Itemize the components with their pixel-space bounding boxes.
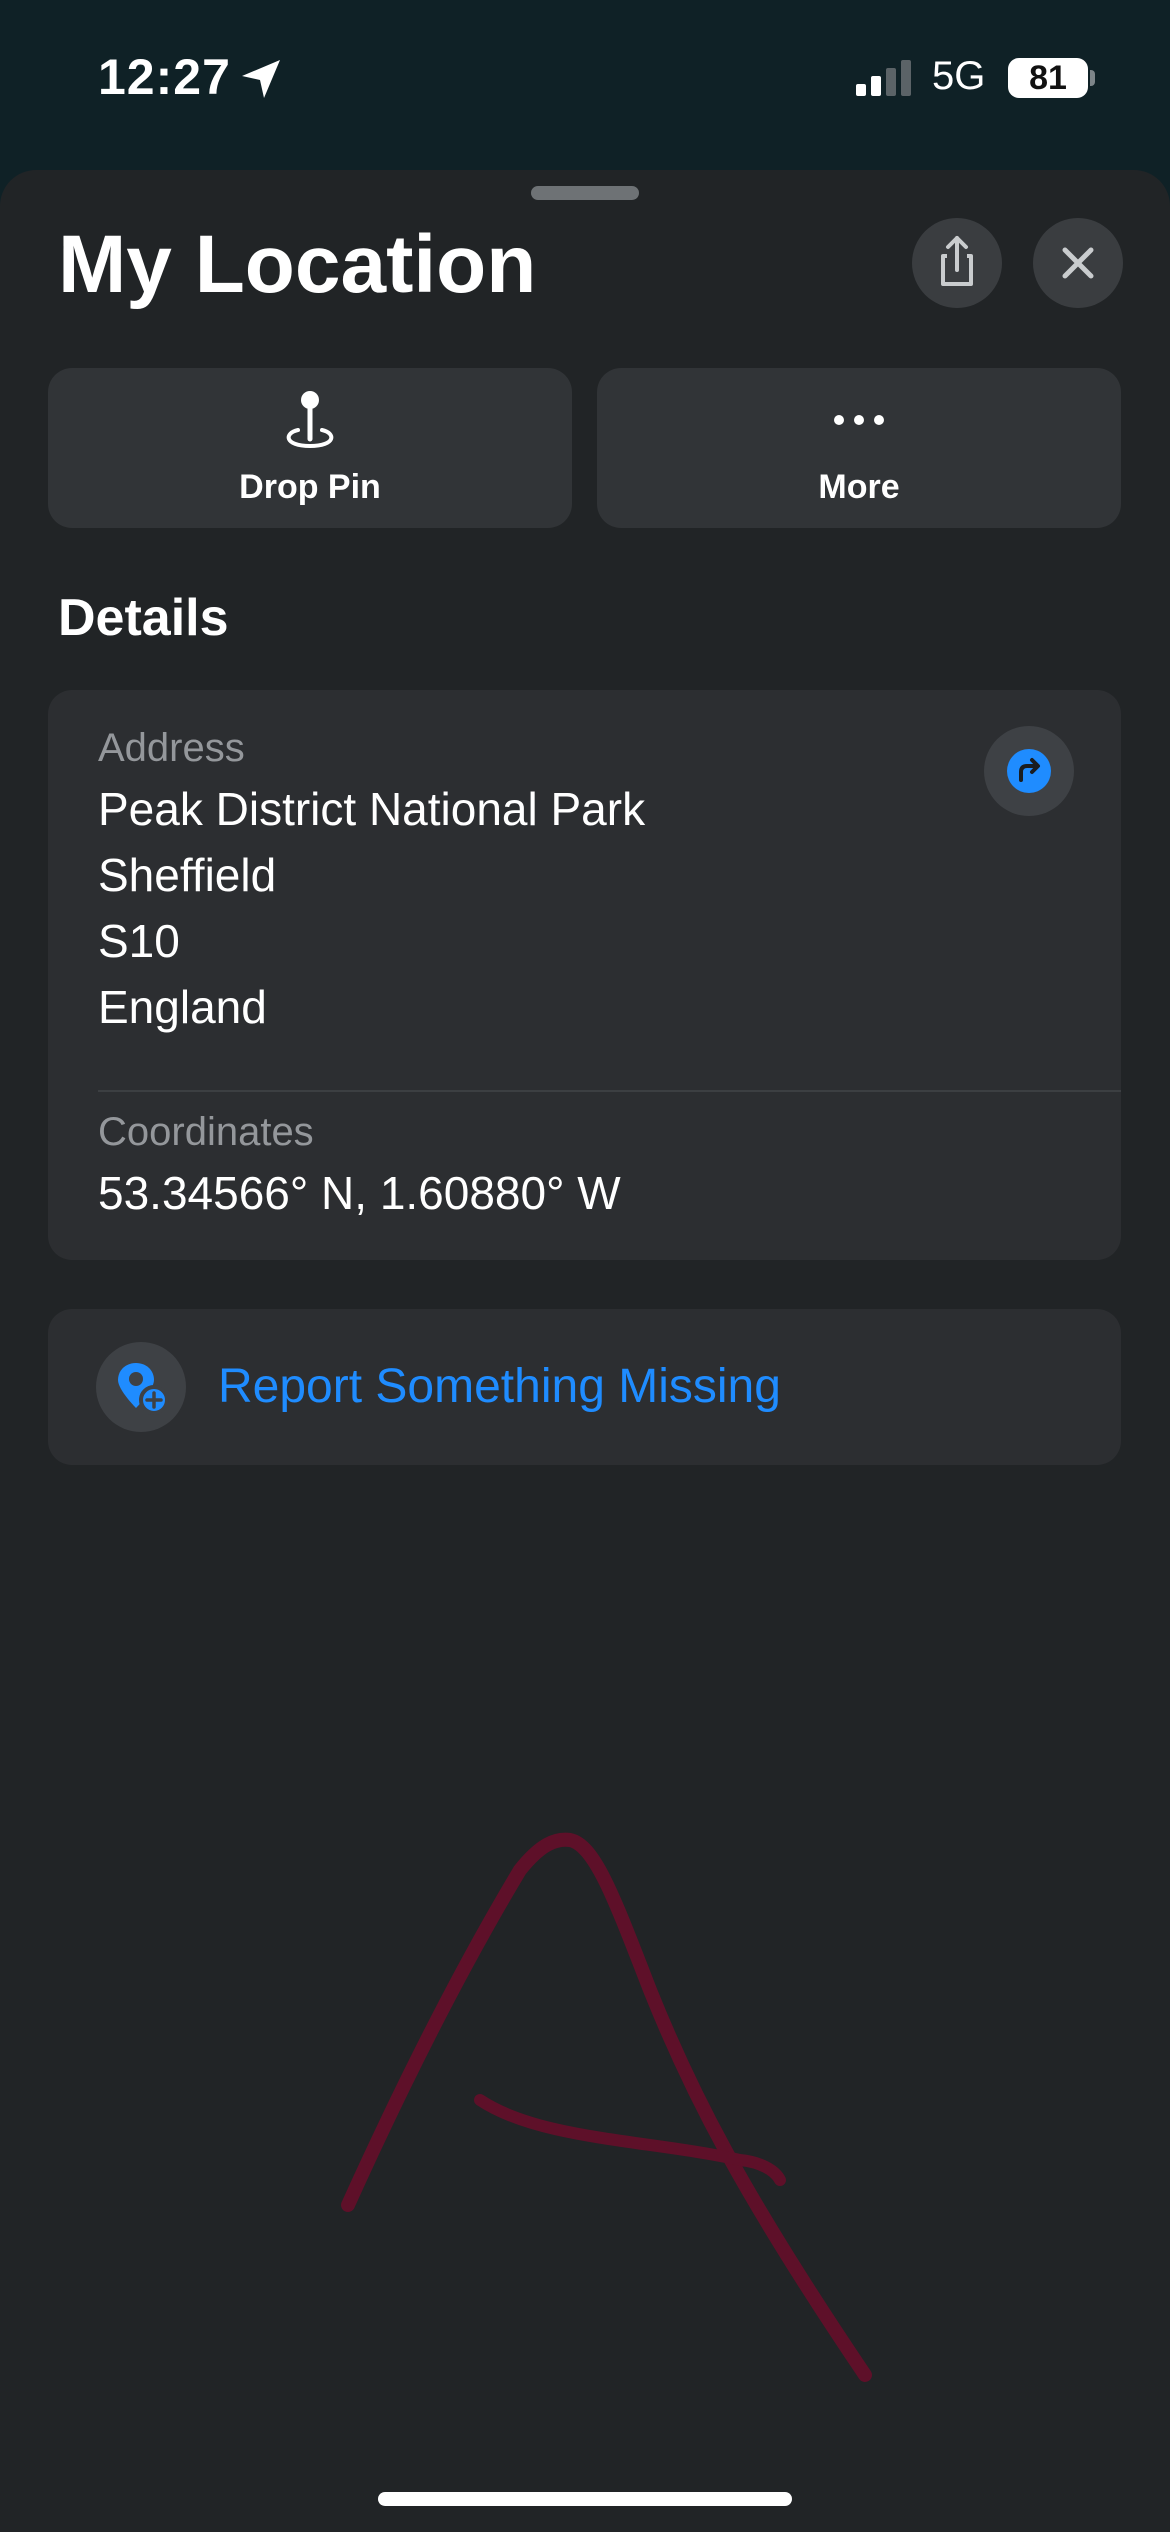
report-missing-label: Report Something Missing — [218, 1360, 781, 1413]
card-divider — [98, 1090, 1121, 1092]
location-arrow-icon — [242, 60, 280, 98]
drop-pin-label: Drop Pin — [239, 468, 381, 506]
battery-level: 81 — [1029, 59, 1067, 97]
report-missing-button[interactable]: Report Something Missing — [48, 1309, 1121, 1465]
signal-icon — [856, 60, 911, 96]
address-label: Address — [98, 726, 245, 770]
more-label: More — [818, 468, 900, 506]
sheet-grabber[interactable] — [531, 186, 639, 200]
address-line[interactable]: Sheffield — [98, 848, 276, 902]
location-sheet: My Location Drop Pin More Details Addres… — [0, 170, 1170, 2532]
ellipsis-icon — [834, 415, 884, 425]
coordinates-label: Coordinates — [98, 1110, 314, 1154]
drop-pin-icon — [286, 391, 334, 449]
drop-pin-button[interactable]: Drop Pin — [48, 368, 572, 528]
directions-icon — [1007, 749, 1051, 793]
home-indicator[interactable] — [378, 2492, 792, 2506]
battery-icon: 81 — [1008, 58, 1088, 98]
sheet-title: My Location — [58, 219, 537, 310]
share-button[interactable] — [912, 218, 1002, 308]
more-button[interactable]: More — [597, 368, 1121, 528]
address-line[interactable]: Peak District National Park — [98, 782, 645, 836]
network-type: 5G — [932, 54, 986, 98]
directions-button[interactable] — [984, 726, 1074, 816]
battery-tip — [1090, 70, 1095, 86]
handwritten-letter-drawing — [341, 1832, 872, 2382]
status-bar: 12:27 5G 81 — [0, 0, 1170, 160]
address-line[interactable]: England — [98, 980, 267, 1034]
report-icon-container — [96, 1342, 186, 1432]
coordinates-value[interactable]: 53.34566° N, 1.60880° W — [98, 1166, 621, 1220]
share-icon — [941, 236, 973, 286]
close-button[interactable] — [1033, 218, 1123, 308]
details-heading: Details — [58, 589, 229, 647]
close-icon — [1062, 247, 1094, 279]
status-time: 12:27 — [98, 49, 231, 105]
address-line[interactable]: S10 — [98, 914, 180, 968]
details-card: Address Peak District National Park Shef… — [48, 690, 1121, 1260]
map-pin-plus-icon — [118, 1363, 169, 1415]
